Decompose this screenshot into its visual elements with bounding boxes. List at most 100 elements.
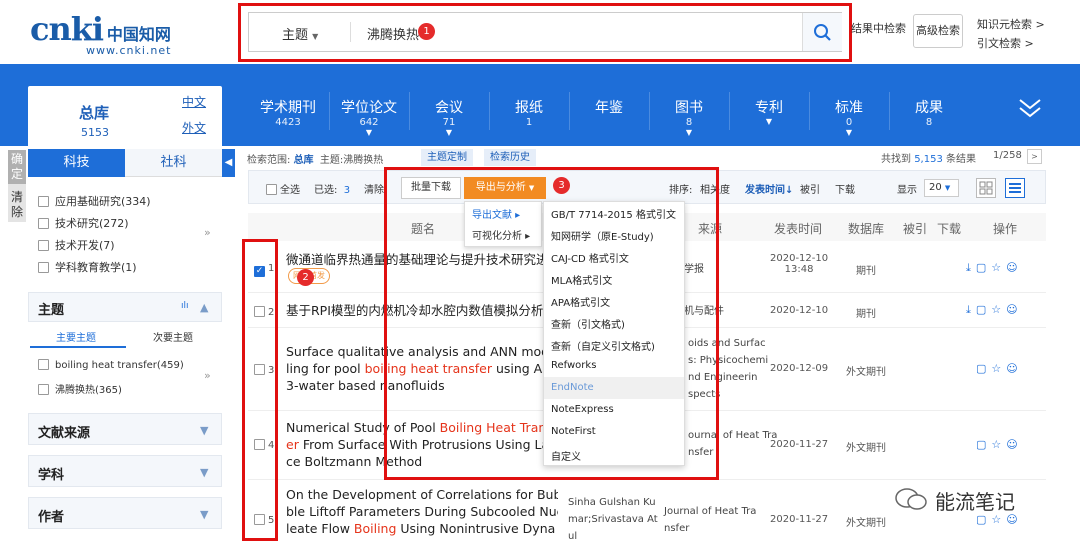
lang-foreign-link[interactable]: 外文: [182, 119, 206, 136]
db-tab-journal[interactable]: 学术期刊 4423: [248, 97, 328, 128]
topic-value: 沸腾换热: [343, 155, 384, 166]
category-label: 技术研究(272): [55, 217, 129, 230]
select-all-checkbox[interactable]: 全选: [266, 181, 300, 196]
clear-selection-button[interactable]: 清除: [364, 181, 384, 196]
db-tab-thesis[interactable]: 学位论文 642 ▼: [329, 97, 409, 137]
row-database: 期刊: [856, 266, 876, 277]
row-date: 2020-11-27: [770, 514, 829, 525]
row-database: 外文期刊: [846, 518, 886, 529]
annotation-number-2: 2: [297, 269, 314, 286]
tab-social-science[interactable]: 社科: [125, 149, 222, 177]
selected-label: 已选:: [314, 185, 338, 196]
checkbox-icon[interactable]: [38, 384, 49, 395]
display-value: 20: [929, 182, 942, 193]
column-header-database[interactable]: 数据库: [848, 220, 884, 237]
expand-chevron-icon[interactable]: [1017, 96, 1043, 126]
clear-side-button[interactable]: 清除: [8, 184, 26, 220]
bar-chart-icon[interactable]: ılı: [181, 301, 189, 311]
citation-search-link[interactable]: 引文检索 >: [977, 35, 1034, 51]
category-item[interactable]: 应用基础研究(334): [38, 193, 151, 209]
found-suffix: 条结果: [946, 154, 977, 165]
topic-label: 主题:: [319, 155, 344, 166]
display-count-select[interactable]: 20 ▼: [924, 179, 959, 197]
row-database: 外文期刊: [846, 367, 886, 378]
tab-sub-topic[interactable]: 次要主题: [153, 329, 193, 344]
confirm-button[interactable]: 确定: [8, 150, 26, 184]
chevron-down-icon: ▼: [445, 128, 453, 137]
search-history-button[interactable]: 检索历史: [484, 149, 536, 166]
annotation-box-search: [238, 3, 852, 62]
topic-item[interactable]: 沸腾换热(365): [38, 381, 122, 396]
db-tab-count: 8: [925, 117, 933, 128]
sort-date[interactable]: 发表时间↓: [745, 181, 793, 196]
column-header-downloads[interactable]: 下载: [937, 220, 961, 237]
category-item[interactable]: 技术开发(7): [38, 237, 115, 253]
logo-brand: cnki: [30, 10, 104, 48]
subject-panel-title: 学科: [38, 468, 65, 483]
logo-cn-name: 中国知网: [106, 25, 171, 44]
row-source[interactable]: Journal of Heat Tra nsfer: [664, 503, 756, 537]
tab-main-topic[interactable]: 主要主题: [56, 329, 96, 344]
category-item[interactable]: 技术研究(272): [38, 215, 129, 231]
result-search-button[interactable]: 结果中检索: [851, 20, 906, 36]
advanced-search-button[interactable]: 高级检索: [913, 14, 963, 48]
row-database: 期刊: [856, 309, 876, 320]
tab-science[interactable]: 科技: [28, 149, 125, 177]
total-library-title: 总库: [79, 104, 110, 122]
checkbox-icon[interactable]: [38, 196, 49, 207]
list-view-icon[interactable]: [1005, 178, 1025, 198]
db-tab-standard[interactable]: 标准 0 ▼: [809, 97, 889, 137]
db-tab-label: 专利: [755, 100, 783, 116]
row-author[interactable]: Sinha Gulshan Ku mar;Srivastava At ul: [568, 494, 658, 545]
keyword-highlight: er: [286, 437, 299, 452]
db-tab-count: 1: [525, 117, 533, 128]
chevron-down-icon[interactable]: ▼: [200, 424, 208, 437]
topic-label: boiling heat transfer(459): [55, 360, 184, 371]
row-operations[interactable]: ▢☆☺: [976, 362, 1023, 375]
column-header-date[interactable]: 发表时间: [774, 220, 822, 237]
row-title-line: ble Liftoff Parameters During Subcooled …: [286, 504, 558, 519]
db-tab-yearbook[interactable]: 年鉴: [569, 97, 649, 117]
topic-item[interactable]: boiling heat transfer(459): [38, 359, 184, 371]
more-chevron-icon[interactable]: »: [204, 226, 211, 239]
db-tab-label: 会议: [435, 100, 463, 116]
column-header-operations: 操作: [993, 222, 1018, 236]
topic-custom-button[interactable]: 主题定制: [421, 149, 473, 166]
db-tab-label: 年鉴: [595, 100, 623, 116]
scope-label: 检索范围:: [247, 155, 291, 166]
checkbox-icon[interactable]: [38, 262, 49, 273]
db-tab-count: 4423: [275, 117, 301, 128]
collapse-sidebar-icon[interactable]: ◀: [222, 149, 235, 177]
row-operations[interactable]: ▢☆☺: [976, 438, 1023, 451]
cnki-logo[interactable]: cnki 中国知网 www.cnki.net: [30, 10, 190, 57]
lang-chinese-link[interactable]: 中文: [182, 93, 206, 110]
checkbox-icon[interactable]: [38, 240, 49, 251]
knowledge-search-link[interactable]: 知识元检索 >: [977, 16, 1045, 32]
db-tab-conference[interactable]: 会议 71 ▼: [409, 97, 489, 137]
row-operations[interactable]: ⤓▢☆☺: [966, 261, 1023, 275]
chevron-up-icon[interactable]: ▲: [200, 301, 208, 314]
db-tab-newspaper[interactable]: 报纸 1: [489, 97, 569, 128]
checkbox-icon[interactable]: [266, 184, 277, 195]
db-tab-achievement[interactable]: 成果 8: [889, 97, 969, 128]
db-tab-patent[interactable]: 专利 ▼: [729, 97, 809, 126]
row-operations[interactable]: ⤓▢☆☺: [966, 303, 1023, 317]
found-count: 5,153: [914, 154, 943, 165]
row-title[interactable]: On the Development of Correlations for B…: [286, 486, 558, 537]
checkbox-icon[interactable]: [38, 359, 49, 370]
chevron-down-icon[interactable]: ▼: [200, 508, 208, 521]
category-label: 学科教育教学(1): [55, 261, 137, 274]
grid-view-icon[interactable]: [976, 178, 996, 198]
column-header-cited[interactable]: 被引: [903, 220, 927, 237]
category-item[interactable]: 学科教育教学(1): [38, 259, 137, 275]
chevron-down-icon[interactable]: ▼: [200, 466, 208, 479]
checkbox-icon[interactable]: [38, 218, 49, 229]
next-page-button[interactable]: >: [1027, 149, 1042, 164]
db-tab-book[interactable]: 图书 8 ▼: [649, 97, 729, 137]
found-prefix: 共找到: [881, 154, 911, 165]
more-chevron-icon[interactable]: »: [204, 369, 211, 382]
source-panel-title: 文献来源: [38, 426, 91, 441]
sort-download[interactable]: 下载: [835, 181, 855, 196]
row-title-text: Using Nonintrusive Dyna: [396, 521, 556, 536]
sort-cited[interactable]: 被引: [800, 181, 820, 196]
